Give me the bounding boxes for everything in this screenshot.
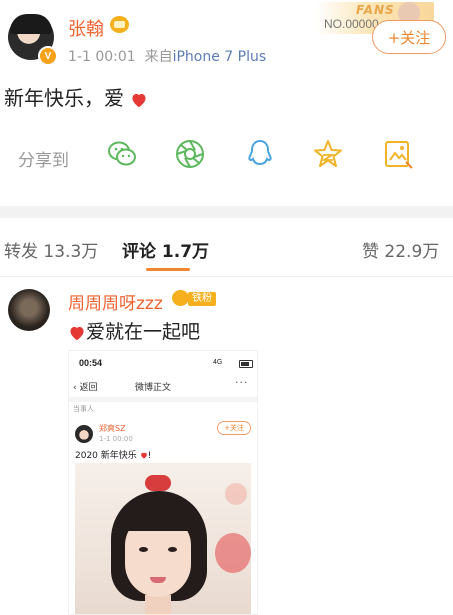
battery-icon [239,360,253,368]
commenter-avatar[interactable] [8,289,50,331]
verified-badge-icon: V [38,46,58,66]
heart-icon [132,93,146,107]
vip-crown-icon [110,16,129,33]
post-source-prefix: 来自 [144,49,173,65]
album-icon[interactable] [382,138,414,170]
qzone-icon[interactable] [312,138,344,170]
embedded-back: ‹ 返回 [73,383,98,393]
photo-bow [145,475,171,491]
embedded-network: 4G [213,359,223,366]
post-source[interactable]: iPhone 7 Plus [173,49,267,65]
fans-banner-number: NO.00000 [324,17,379,31]
comment-text: 爱就在一起吧 [86,321,201,343]
tab-reposts[interactable]: 转发 13.3万 [4,237,98,262]
comment-content: 爱就在一起吧 [68,317,200,344]
commenter-name[interactable]: 周周周呀zzz [68,289,163,314]
comment-image[interactable]: 00:54 4G ‹ 返回 微博正文 ··· 当事人 郑爽SZ 1-1 00:0… [68,350,258,615]
photo-eye [139,547,148,552]
photo-decoration [215,533,251,573]
embedded-sub-label: 当事人 [73,405,94,413]
embedded-name: 郑爽SZ [99,424,126,433]
embedded-follow: +关注 [217,421,251,435]
embedded-divider [69,397,257,402]
embedded-post-text: 2020 新年快乐 ! [75,451,152,461]
embedded-avatar [75,425,93,443]
qq-icon[interactable] [244,138,276,170]
photo-eye [168,547,177,552]
follow-button[interactable]: +关注 [372,20,446,54]
section-divider [0,206,453,218]
tab-bar-divider [0,276,453,277]
wechat-icon[interactable] [106,138,138,170]
share-label: 分享到 [18,151,69,171]
heart-icon [140,452,147,459]
fans-banner-text: FANS [356,3,395,17]
commenter-vip-icon [172,290,189,306]
active-tab-indicator [146,268,190,271]
moments-icon[interactable] [174,138,206,170]
post-content: 新年快乐，爱 [4,82,148,111]
tab-comments[interactable]: 评论 1.7万 [122,237,209,262]
embedded-title: 微博正文 [135,383,172,393]
photo-neck [145,595,171,614]
fan-tag-badge: 铁粉 [188,292,216,306]
author-name[interactable]: 张翰 [68,15,104,41]
photo-bangs [121,503,195,531]
heart-icon [70,326,84,340]
tab-likes[interactable]: 赞 22.9万 [362,237,439,262]
embedded-photo [75,463,251,614]
embedded-status-time: 00:54 [79,358,103,368]
author-avatar-hair [10,14,52,34]
photo-decoration [225,483,247,505]
embedded-date: 1-1 00:00 [99,435,133,443]
post-text: 新年快乐，爱 [4,86,124,110]
embedded-more-icon: ··· [235,376,249,389]
post-time: 1-1 00:01 [68,49,136,65]
post-meta: 1-1 00:01 来自iPhone 7 Plus [68,46,266,66]
